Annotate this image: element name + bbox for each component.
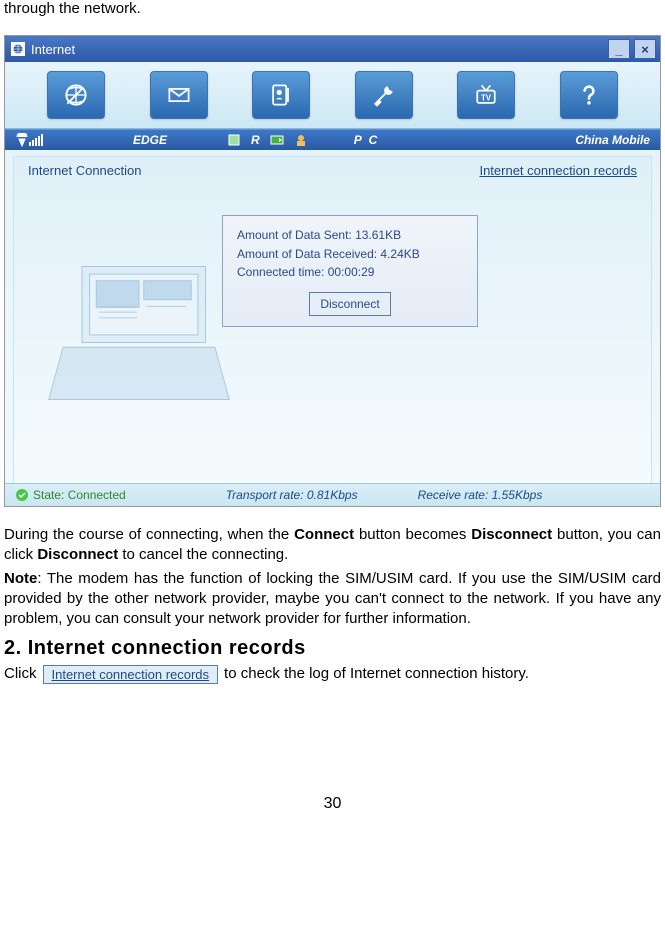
close-button[interactable]: ×	[634, 39, 656, 59]
window-app-icon	[11, 42, 25, 56]
connected-time-label: Connected time: 00:00:29	[237, 263, 463, 282]
internet-icon[interactable]	[47, 71, 105, 119]
section-2-heading: 2. Internet connection records	[4, 635, 661, 662]
window-titlebar: Internet _ ×	[5, 36, 660, 62]
state-label: State: Connected	[33, 488, 126, 502]
transport-rate-label: Transport rate: 0.81Kbps	[226, 488, 358, 502]
laptop-graphic-icon	[44, 257, 234, 407]
signal-antenna-icon	[15, 133, 29, 147]
tools-icon[interactable]	[355, 71, 413, 119]
network-type-label: EDGE	[133, 133, 167, 147]
connection-records-chip[interactable]: Internet connection records	[43, 665, 219, 685]
paragraph-connecting: During the course of connecting, when th…	[4, 525, 661, 566]
receive-rate-label: Receive rate: 1.55Kbps	[418, 488, 543, 502]
connection-records-link[interactable]: Internet connection records	[479, 163, 637, 178]
mail-icon[interactable]	[150, 71, 208, 119]
status-indicator-icon-3	[294, 133, 308, 147]
help-icon[interactable]	[560, 71, 618, 119]
signal-bars-icon	[29, 134, 43, 146]
minimize-button[interactable]: _	[608, 39, 630, 59]
click-instruction: Click Internet connection records to che…	[4, 664, 661, 684]
status-bar-top: EDGE R P C China Mobile	[5, 129, 660, 150]
data-sent-label: Amount of Data Sent: 13.61KB	[237, 226, 463, 245]
internet-connection-label: Internet Connection	[28, 163, 141, 178]
page-number: 30	[4, 795, 661, 813]
disconnect-button[interactable]: Disconnect	[309, 292, 390, 317]
main-panel: Internet Connection Internet connection …	[5, 150, 660, 502]
tv-icon[interactable]: TV	[457, 71, 515, 119]
roaming-indicator: R	[251, 133, 260, 147]
svg-text:TV: TV	[481, 93, 492, 102]
main-toolbar: TV	[5, 62, 660, 129]
intro-fragment: through the network.	[4, 0, 661, 17]
connected-state-icon	[15, 488, 29, 502]
status-indicator-icon-2	[270, 133, 284, 147]
pc-label: P C	[354, 133, 380, 147]
status-indicator-icon-1	[227, 133, 241, 147]
window-title: Internet	[31, 42, 75, 57]
contacts-icon[interactable]	[252, 71, 310, 119]
carrier-label: China Mobile	[575, 133, 650, 147]
data-received-label: Amount of Data Received: 4.24KB	[237, 245, 463, 264]
status-bar-bottom: State: Connected Transport rate: 0.81Kbp…	[5, 483, 660, 506]
body-text: During the course of connecting, when th…	[4, 525, 661, 685]
note-paragraph: Note: The modem has the function of lock…	[4, 569, 661, 630]
app-window: Internet _ × TV	[4, 35, 661, 507]
connection-info-box: Amount of Data Sent: 13.61KB Amount of D…	[222, 215, 478, 327]
